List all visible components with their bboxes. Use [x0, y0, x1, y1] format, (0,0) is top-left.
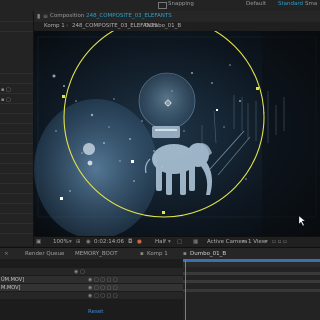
tab-dumbo[interactable]: Dumbo_01_B: [190, 251, 226, 257]
layer-name: M.MOV]: [1, 285, 21, 291]
snapping-label[interactable]: Snapping: [168, 1, 194, 7]
chevron-down-icon[interactable]: ▾: [168, 239, 171, 245]
layer-switches[interactable]: ◉ ▢ ▢ ▢ ▢: [88, 293, 118, 299]
layer-row[interactable]: ÜM.MOV] ◉ ▢ ▢ ▢ ▢: [0, 276, 183, 283]
workspace-standard[interactable]: Standard: [278, 1, 303, 7]
composition-render: [34, 31, 320, 236]
timeline-panel: ◉ ▢ ÜM.MOV] ◉ ▢ ▢ ▢ ▢ M.MOV] ◉ ▢ ▢ ▢ ▢ ◉…: [0, 259, 320, 320]
composition-title[interactable]: Composition 248_COMPOSITE_03_ELEFANTS: [50, 13, 172, 19]
layer-switches[interactable]: ◉ ▢ ▢ ▢ ▢: [88, 277, 118, 283]
close-icon[interactable]: ×: [4, 251, 9, 257]
workspace-small-screen[interactable]: Sma: [305, 1, 317, 7]
bubble: [83, 143, 95, 155]
breadcrumb-separator: ‹: [139, 23, 142, 29]
breadcrumb-item-komp[interactable]: Komp 1: [44, 23, 65, 29]
time-ruler[interactable]: [183, 259, 320, 320]
timeline-tracks[interactable]: [183, 259, 320, 320]
pedestal: [152, 126, 180, 138]
zoom-dropdown[interactable]: 100%: [53, 239, 69, 245]
snapshot-icon[interactable]: ◘: [128, 239, 132, 245]
lock-icon[interactable]: ▮: [37, 13, 40, 20]
workspace-default[interactable]: Default: [246, 1, 266, 7]
layer-list: ◉ ▢ ÜM.MOV] ◉ ▢ ▢ ▢ ▢ M.MOV] ◉ ▢ ▢ ▢ ▢ ◉…: [0, 259, 183, 320]
menu-icon[interactable]: ≡: [43, 13, 48, 20]
layer-row[interactable]: M.MOV] ◉ ▢ ▢ ▢ ▢: [0, 284, 183, 291]
blue-glow-disc: [34, 99, 158, 236]
toggle-icon[interactable]: ▫ ▫ ▫: [272, 239, 287, 245]
tab-memory-boot[interactable]: MEMORY_BOOT: [75, 251, 118, 257]
composition-viewer[interactable]: [34, 31, 320, 236]
views-dropdown[interactable]: 1 View: [248, 239, 266, 245]
camera-icon[interactable]: ◉: [86, 239, 91, 245]
breadcrumb-item-dumbo[interactable]: Dumbo_01_B: [145, 23, 181, 29]
chevron-down-icon[interactable]: ▾: [69, 239, 72, 245]
grid-icon[interactable]: ⊞: [76, 239, 81, 245]
reset-link[interactable]: Reset: [88, 309, 103, 315]
project-panel: ▪ ▢ ▪ ▢: [0, 11, 34, 246]
breadcrumb: Komp 1 ‹ 248_COMPOSITE_03_ELEFANTS ‹ Dum…: [34, 22, 320, 31]
layer-name: ÜM.MOV]: [1, 277, 25, 283]
snapping-checkbox[interactable]: [158, 2, 167, 9]
region-icon[interactable]: ▢: [177, 239, 182, 245]
tab-color-icon: ▪: [183, 251, 187, 257]
composition-name: 248_COMPOSITE_03_ELEFANTS: [86, 13, 172, 19]
layer-switches[interactable]: ◉ ▢ ▢ ▢ ▢: [88, 285, 118, 291]
bubble: [87, 160, 93, 166]
work-area-bar[interactable]: [183, 259, 320, 262]
tab-komp-1[interactable]: Komp 1: [147, 251, 168, 257]
color-channel-icon[interactable]: ●: [137, 239, 142, 245]
tab-render-queue[interactable]: Render Queue: [25, 251, 64, 257]
playhead[interactable]: [185, 259, 186, 320]
tab-color-icon: ▪: [140, 251, 144, 257]
preview-icon[interactable]: ▣: [36, 239, 41, 245]
transparency-grid-icon[interactable]: ▦: [193, 239, 198, 245]
layer-row[interactable]: ◉ ▢: [0, 268, 183, 275]
layer-row[interactable]: ◉ ▢ ▢ ▢ ▢: [0, 292, 183, 299]
layer-handle[interactable]: [131, 160, 134, 163]
chevron-down-icon[interactable]: ▾: [242, 239, 245, 245]
chevron-down-icon[interactable]: ▾: [265, 239, 268, 245]
composition-prefix: Composition: [50, 13, 85, 19]
layer-handle[interactable]: [216, 109, 218, 111]
layer-handle[interactable]: [60, 197, 63, 200]
panel-item: ▪ ▢: [1, 87, 11, 93]
composition-panel-header: ▮ ≡ Composition 248_COMPOSITE_03_ELEFANT…: [34, 11, 320, 22]
current-timecode[interactable]: 0:02:14:06: [94, 239, 124, 245]
breadcrumb-separator: ‹: [66, 23, 69, 29]
panel-item: ▪ ▢: [1, 97, 11, 103]
resolution-dropdown[interactable]: Half: [155, 239, 166, 245]
